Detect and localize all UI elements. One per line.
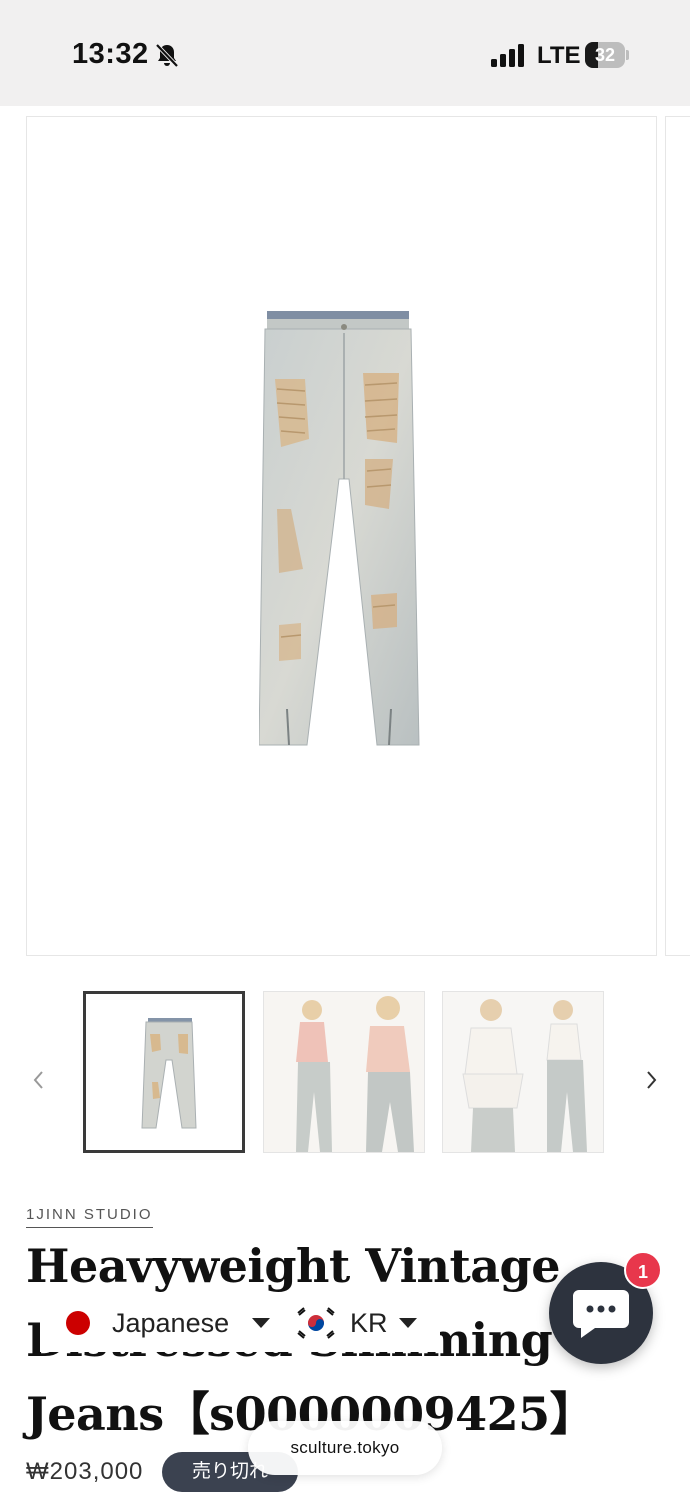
status-time: 13:32 bbox=[72, 38, 149, 70]
network-type: LTE bbox=[537, 42, 581, 69]
jeans-image bbox=[259, 311, 420, 746]
caret-down-icon[interactable] bbox=[252, 1318, 270, 1328]
chevron-right-icon[interactable] bbox=[638, 1064, 664, 1096]
chat-bubble-icon bbox=[573, 1290, 629, 1338]
currency-select[interactable]: KR bbox=[350, 1308, 388, 1339]
vendor-link[interactable]: 1JINN STUDIO bbox=[26, 1206, 153, 1228]
bell-muted-icon bbox=[155, 43, 179, 68]
japan-flag-icon bbox=[66, 1311, 90, 1335]
product-price: ₩203,000 bbox=[26, 1458, 144, 1485]
caret-down-icon[interactable] bbox=[399, 1318, 417, 1328]
battery-icon: 32 bbox=[585, 42, 629, 68]
thumbnail-1[interactable] bbox=[83, 991, 245, 1153]
thumbnail-3[interactable] bbox=[442, 991, 604, 1153]
korea-flag-icon bbox=[294, 1305, 338, 1341]
chevron-left-icon[interactable] bbox=[26, 1064, 52, 1096]
language-select[interactable]: Japanese bbox=[112, 1308, 229, 1339]
signal-bars-icon bbox=[491, 44, 524, 67]
thumbnail-2[interactable] bbox=[263, 991, 425, 1153]
status-bar: 13:32 LTE 32 bbox=[0, 0, 690, 106]
main-product-image[interactable] bbox=[26, 116, 657, 956]
jeans-thumbnail-icon bbox=[141, 1018, 197, 1129]
product-title-line-1: Heavyweight Vintage bbox=[26, 1239, 561, 1293]
browser-url-bar[interactable]: sculture.tokyo bbox=[248, 1421, 442, 1475]
battery-level: 32 bbox=[594, 45, 616, 65]
locale-switcher: Japanese KR bbox=[40, 1296, 440, 1352]
chat-notification-badge: 1 bbox=[624, 1251, 662, 1289]
next-image-peek[interactable] bbox=[665, 116, 690, 956]
model-photo-thumbnail-icon bbox=[264, 992, 424, 1152]
model-photo-thumbnail-icon bbox=[443, 992, 603, 1152]
